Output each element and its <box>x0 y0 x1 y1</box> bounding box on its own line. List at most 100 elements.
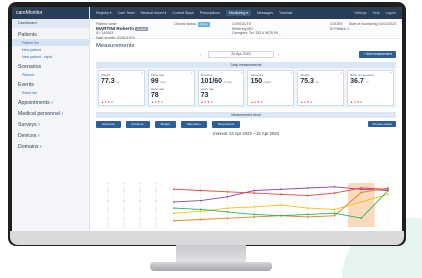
measurement-card-pressure[interactable]: × Pressure 101/60 mmHg Heart rate 73 ▲ 0… <box>197 70 245 106</box>
app-logo: careMonitor <box>12 7 89 19</box>
nav-monitoring[interactable]: Monitoring ▾ <box>225 10 252 16</box>
series-point-4 <box>226 190 229 193</box>
close-icon[interactable]: × <box>141 71 143 75</box>
measurement-card-weight[interactable]: × Weight 77.3 kg ▲ 0 ▼ 0 <box>98 70 145 106</box>
series-point-1 <box>360 200 363 203</box>
tab-glycemia[interactable]: Glycemia <box>96 121 121 128</box>
series-point-0 <box>226 195 229 198</box>
measurement-unit: bpm <box>160 81 166 84</box>
measurement-unit: mmHg <box>224 81 232 84</box>
nav-current-stays[interactable]: Current Stays <box>172 11 193 15</box>
sidebar-group-scenarios[interactable]: Scenarios <box>12 60 89 71</box>
tab-saturation[interactable]: Saturation <box>180 121 207 128</box>
series-point-4 <box>253 192 256 194</box>
series-point-0 <box>333 185 336 188</box>
choose-scales-button[interactable]: Choose scales <box>368 121 396 127</box>
monitoring-start: Start of monitoring 01/01/2023 <box>348 22 396 26</box>
series-point-2 <box>253 216 256 218</box>
nav-tutorials[interactable]: Tutorials <box>279 11 292 15</box>
contacts-line-2: Caregiver: Tel. 333 4 5678 99 <box>232 31 278 35</box>
measurement-value: 99 <box>150 78 159 85</box>
next-day-arrow-icon[interactable]: › <box>278 52 279 57</box>
measurement-value: 75.3 <box>300 78 314 85</box>
series-point-3 <box>199 208 202 211</box>
date-navigation: ‹ 20 Apr 2023 › + Add measurement <box>90 51 402 59</box>
sidebar-group-patients[interactable]: Patients <box>12 28 89 39</box>
measurement-value: 101/60 <box>200 78 223 85</box>
series-point-3 <box>360 217 363 220</box>
date-picker[interactable]: 20 Apr 2023 <box>208 51 274 58</box>
sidebar-item-dashboard[interactable]: Dashboard <box>12 19 89 28</box>
close-icon[interactable]: × <box>241 71 243 75</box>
monitor-stand-neck <box>176 245 246 263</box>
tab-temperature[interactable]: Temperature <box>211 121 241 128</box>
previous-day-arrow-icon[interactable]: ‹ <box>200 52 201 57</box>
series-point-4 <box>199 189 202 192</box>
measurement-sub-label: Heart rate <box>150 87 165 91</box>
series-point-4 <box>360 187 363 189</box>
nav-registry[interactable]: Registry ▾ <box>96 11 112 15</box>
patient-contacts: CONTACTS Referring MD Caregiver: Tel. 33… <box>232 22 278 36</box>
sidebar-item-new-patient-rapid[interactable]: New patient - rapid <box>12 53 89 60</box>
monitor-stand-base <box>150 262 272 271</box>
add-measurement-button[interactable]: + Add measurement <box>359 51 396 58</box>
patient-name: MARTINI Roberto <box>96 25 135 31</box>
measurement-unit: kg <box>315 81 319 84</box>
close-icon[interactable]: × <box>340 71 342 75</box>
sidebar-item-planner[interactable]: Planner <box>12 71 89 78</box>
measurement-card-weight-2[interactable]: × Weight 75.3 kg ▲ 0 ▼ 0 <box>297 70 345 106</box>
series-point-2 <box>199 218 202 221</box>
page-title: Measurements <box>96 43 135 49</box>
sidebar-item-patient-list[interactable]: Patient list <box>12 39 89 46</box>
series-point-3 <box>306 213 309 216</box>
measurement-sub-value: 73 <box>200 92 209 99</box>
alert-counter: ▲ 0 ▼ 0 <box>200 100 213 104</box>
sidebar-group-surveys[interactable]: Surveys › <box>12 118 89 129</box>
sidebar-group-medical-personnel[interactable]: Medical personnel › <box>12 107 89 118</box>
sidebar-item-new-patient[interactable]: New patient <box>12 46 89 53</box>
patient-codes: CODES ID Patient: 0 <box>330 22 349 31</box>
measurement-value: 77.3 <box>101 78 115 85</box>
series-point-1 <box>173 212 175 215</box>
series-point-0 <box>306 187 309 189</box>
nav-messages[interactable]: Messages <box>257 11 273 15</box>
clinical-status-label: Clinical status: <box>174 22 197 26</box>
close-icon[interactable]: × <box>390 71 392 75</box>
series-point-3 <box>173 207 175 210</box>
top-navigation: Registry ▾ Care Team Medical record ▾ Cu… <box>90 7 402 19</box>
settings-link[interactable]: Settings <box>354 11 366 15</box>
tab-pressure[interactable]: Pressure <box>125 121 150 128</box>
series-point-2 <box>360 191 363 194</box>
measurement-card-glycemia[interactable]: × Glycemia 150 mg/dl ▲ 0 ▼ 0 <box>247 70 295 106</box>
tab-weight[interactable]: Weight <box>154 121 176 128</box>
sidebar-group-domains[interactable]: Domains › <box>12 140 89 151</box>
sidebar-group-devices[interactable]: Devices › <box>12 129 89 140</box>
series-point-0 <box>199 199 202 202</box>
patient-details-badge[interactable]: Details <box>135 26 149 31</box>
series-point-1 <box>280 204 282 206</box>
nav-medical-record[interactable]: Medical record ▾ <box>141 11 167 15</box>
series-point-4 <box>173 188 175 191</box>
top-right-menu: Settings Help Logout <box>354 11 396 15</box>
series-point-1 <box>387 193 389 196</box>
series-point-1 <box>199 210 202 213</box>
close-icon[interactable]: × <box>290 71 292 75</box>
nav-care-team[interactable]: Care Team <box>118 11 135 15</box>
series-point-4 <box>387 188 389 191</box>
logout-link[interactable]: Logout <box>386 11 396 15</box>
close-icon[interactable]: × <box>191 71 193 75</box>
help-link[interactable]: Help <box>373 11 380 15</box>
series-point-2 <box>333 214 336 217</box>
measurement-card-temperature[interactable]: × Body temperature 36.7 °C ▲ 0 ▼ 0 <box>347 70 394 106</box>
sidebar-group-appointments[interactable]: Appointments › <box>12 96 89 107</box>
sidebar-group-events[interactable]: Events <box>12 78 89 89</box>
alert-counter: ▲ 0 ▼ 0 <box>250 100 263 104</box>
measurement-value: 36.7 <box>350 78 364 85</box>
nav-prescriptions[interactable]: Prescriptions <box>200 11 220 15</box>
series-point-3 <box>333 212 336 215</box>
series-point-1 <box>253 205 256 208</box>
sidebar-item-event-list[interactable]: Event list <box>12 89 89 96</box>
measurement-card-pulse[interactable]: × Pulse rate 99 bpm Heart rate 78 ▲ 0 ▼ … <box>147 70 195 106</box>
series-point-3 <box>226 211 229 213</box>
monitor-chin <box>10 231 404 245</box>
